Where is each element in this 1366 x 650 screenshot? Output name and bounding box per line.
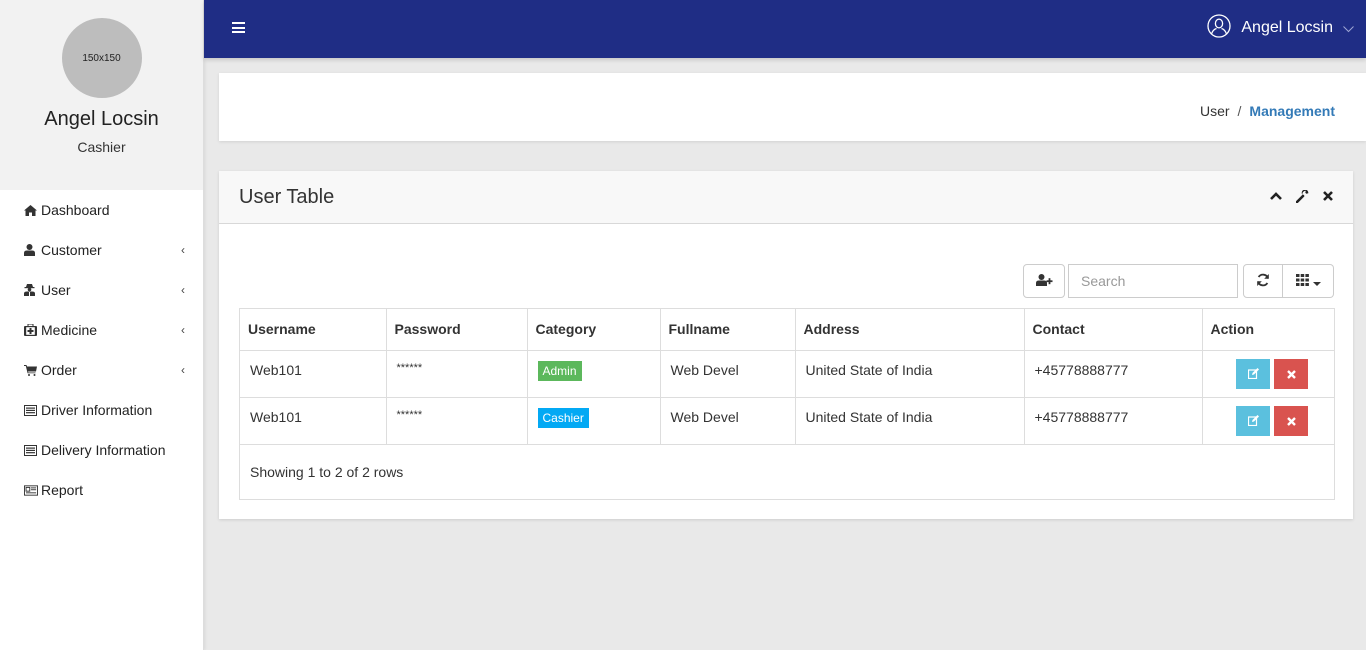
sidebar-item-customer[interactable]: Customer ‹: [0, 230, 203, 270]
cell-contact: +45778888777: [1024, 397, 1203, 445]
column-header-action: Action: [1202, 309, 1334, 351]
sidebar-item-user[interactable]: User ‹: [0, 270, 203, 310]
profile-role: Cashier: [77, 139, 126, 155]
profile-section: 150x150 Angel Locsin Cashier: [0, 0, 203, 190]
cell-address: United State of India: [795, 397, 1025, 445]
sidebar-item-label: Dashboard: [41, 202, 110, 218]
chevron-left-icon: ‹: [181, 283, 185, 297]
table-row: Web101 ****** Admin Web Devel United Sta…: [240, 350, 1334, 398]
refresh-icon: [1256, 273, 1270, 290]
sidebar-item-label: Customer: [41, 242, 102, 258]
sidebar-item-order[interactable]: Order ‹: [0, 350, 203, 390]
cell-password: ******: [386, 350, 528, 398]
medkit-icon: [24, 324, 38, 336]
menu-toggle-icon[interactable]: [232, 22, 245, 33]
breadcrumb-container: User / Management: [219, 73, 1366, 141]
user-circle-icon: [1207, 14, 1232, 41]
sidebar-item-label: Report: [41, 482, 84, 498]
cell-fullname: Web Devel: [660, 397, 796, 445]
edit-button[interactable]: [1236, 358, 1270, 389]
newspaper-icon: [24, 484, 38, 496]
user-table: Username Password Category Fullname Addr…: [239, 308, 1335, 500]
user-menu-dropdown[interactable]: Angel Locsin: [1207, 14, 1354, 41]
wrench-icon[interactable]: [1295, 189, 1309, 203]
delete-x-icon: [1286, 366, 1296, 382]
column-header-address[interactable]: Address: [795, 309, 1025, 351]
collapse-chevron-up-icon[interactable]: [1269, 189, 1283, 203]
column-header-username[interactable]: Username: [240, 309, 387, 351]
home-icon: [24, 204, 38, 216]
table-row: Web101 ****** Cashier Web Devel United S…: [240, 397, 1334, 445]
list-alt-icon: [24, 444, 38, 456]
edit-icon: [1247, 413, 1259, 429]
column-header-password[interactable]: Password: [386, 309, 528, 351]
chevron-down-icon: [1343, 20, 1354, 36]
edit-icon: [1247, 366, 1259, 382]
delete-button[interactable]: [1274, 358, 1308, 389]
sidebar-item-label: Medicine: [41, 322, 98, 338]
chevron-left-icon: ‹: [181, 243, 185, 257]
sidebar-item-label: Driver Information: [41, 402, 153, 418]
user-table-panel: User Table Username Passwor: [219, 171, 1353, 519]
column-header-contact[interactable]: Contact: [1024, 309, 1203, 351]
user-secret-icon: [24, 284, 38, 296]
close-icon[interactable]: [1321, 189, 1335, 203]
panel-title: User Table: [239, 186, 335, 208]
sidebar-item-dashboard[interactable]: Dashboard: [0, 190, 203, 230]
cell-username: Web101: [240, 350, 387, 398]
breadcrumb-separator: /: [1237, 103, 1242, 119]
avatar-placeholder-text: 150x150: [82, 52, 121, 64]
cell-contact: +45778888777: [1024, 350, 1203, 398]
sidebar-item-delivery-information[interactable]: Delivery Information: [0, 430, 203, 470]
category-badge: Cashier: [537, 407, 589, 428]
column-header-fullname[interactable]: Fullname: [660, 309, 796, 351]
sidebar: 150x150 Angel Locsin Cashier Dashboard C…: [0, 0, 204, 650]
sidebar-item-medicine[interactable]: Medicine ‹: [0, 310, 203, 350]
cell-category: Admin: [527, 350, 661, 398]
profile-name: Angel Locsin: [44, 108, 159, 130]
sidebar-item-label: Delivery Information: [41, 442, 166, 458]
table-view-buttons: [1243, 264, 1334, 298]
user-plus-icon: [1035, 273, 1053, 289]
delete-x-icon: [1286, 413, 1296, 429]
sidebar-item-driver-information[interactable]: Driver Information: [0, 390, 203, 430]
chevron-left-icon: ‹: [181, 323, 185, 337]
sidebar-item-label: Order: [41, 362, 77, 378]
category-badge: Admin: [537, 360, 582, 381]
grid-icon: [1295, 273, 1309, 289]
cart-icon: [24, 364, 38, 376]
search-input[interactable]: [1068, 264, 1238, 298]
breadcrumb: User / Management: [1200, 103, 1335, 119]
list-alt-icon: [24, 404, 38, 416]
panel-header: User Table: [219, 171, 1353, 224]
caret-down-icon: [1312, 273, 1321, 289]
column-header-category[interactable]: Category: [527, 309, 661, 351]
cell-password: ******: [386, 397, 528, 445]
cell-action: [1202, 397, 1334, 445]
add-user-button[interactable]: [1023, 264, 1065, 298]
table-header-row: Username Password Category Fullname Addr…: [240, 309, 1334, 351]
top-navbar: Angel Locsin: [204, 0, 1366, 58]
pagination-info: Showing 1 to 2 of 2 rows: [250, 463, 404, 480]
sidebar-nav: Dashboard Customer ‹ User ‹ Medicine ‹ O…: [0, 190, 203, 510]
cell-username: Web101: [240, 397, 387, 445]
panel-tools: [1269, 189, 1335, 203]
cell-category: Cashier: [527, 397, 661, 445]
cell-fullname: Web Devel: [660, 350, 796, 398]
chevron-left-icon: ‹: [181, 363, 185, 377]
breadcrumb-item-user[interactable]: User: [1200, 103, 1230, 119]
user-menu-name: Angel Locsin: [1241, 18, 1333, 36]
cell-address: United State of India: [795, 350, 1025, 398]
edit-button[interactable]: [1236, 405, 1270, 436]
sidebar-item-report[interactable]: Report: [0, 470, 203, 510]
delete-button[interactable]: [1274, 405, 1308, 436]
avatar: 150x150: [61, 18, 142, 98]
user-icon: [24, 244, 38, 256]
breadcrumb-item-management: Management: [1249, 103, 1335, 119]
refresh-button[interactable]: [1243, 264, 1283, 298]
columns-toggle-button[interactable]: [1283, 264, 1334, 298]
cell-action: [1202, 350, 1334, 398]
table-toolbar: [1023, 264, 1334, 298]
sidebar-item-label: User: [41, 282, 71, 298]
